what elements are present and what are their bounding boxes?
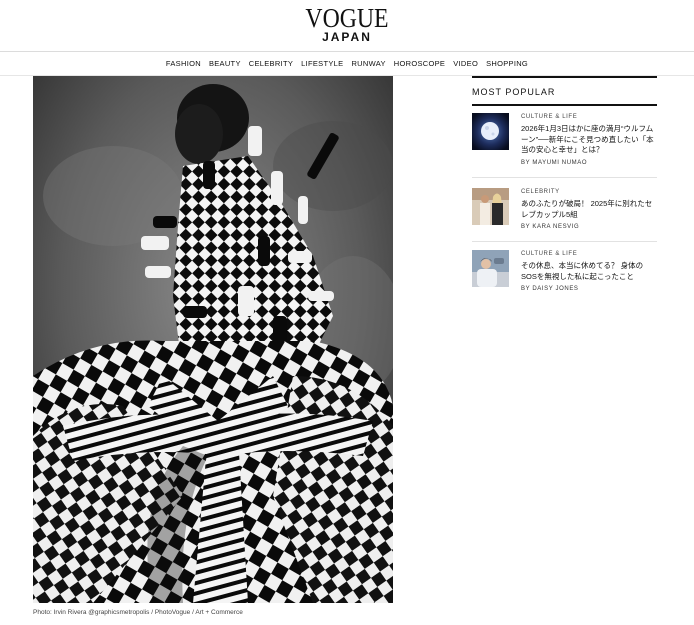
main-nav: FASHION BEAUTY CELEBRITY LIFESTYLE RUNWA… (0, 52, 694, 74)
article-separator (472, 177, 657, 178)
celebrity-couple-thumbnail (472, 188, 509, 225)
article-category[interactable]: CELEBRITY (521, 188, 657, 196)
hero-photo (33, 76, 393, 603)
article-separator (472, 241, 657, 242)
nav-item-video[interactable]: VIDEO (449, 59, 482, 68)
most-popular-sidebar: MOST POPULAR CULTURE & LIFE 2026年1月3日はかに… (472, 76, 657, 292)
nav-item-beauty[interactable]: BEAUTY (205, 59, 245, 68)
article-byline: BY MAYUMI NUMAO (521, 159, 588, 166)
sidebar-heading-rule (472, 104, 657, 106)
checkered-gown-photo (33, 76, 393, 603)
article-category[interactable]: CULTURE & LIFE (521, 250, 657, 258)
full-moon-thumbnail (472, 113, 509, 150)
resting-woman-thumbnail (472, 250, 509, 287)
article-thumbnail[interactable] (472, 113, 509, 150)
vogue-logo[interactable]: VOGUE (42, 4, 653, 32)
article-category[interactable]: CULTURE & LIFE (521, 113, 657, 121)
nav-item-horoscope[interactable]: HOROSCOPE (390, 59, 449, 68)
nav-item-celebrity[interactable]: CELEBRITY (245, 59, 297, 68)
most-popular-heading: MOST POPULAR (472, 87, 556, 97)
article-thumbnail[interactable] (472, 250, 509, 287)
article-byline: BY KARA NESVIG (521, 224, 580, 230)
photo-caption: Photo: Irvin Rivera @graphicsmetropolis … (33, 609, 243, 616)
article-title[interactable]: その休息、本当に休めてる？ 身体のSOSを無視した私に起こったこと (521, 261, 657, 282)
article-thumbnail[interactable] (472, 188, 509, 225)
edition-label[interactable]: JAPAN (0, 30, 694, 44)
masthead: VOGUE JAPAN (0, 0, 694, 52)
article-byline: BY DAISY JONES (521, 286, 579, 292)
article-title[interactable]: 2026年1月3日はかに座の満月“ウルフムーン”──新年にこそ見つめ直したい「本… (521, 124, 657, 156)
nav-item-runway[interactable]: RUNWAY (347, 59, 389, 68)
nav-item-lifestyle[interactable]: LIFESTYLE (297, 59, 347, 68)
nav-item-fashion[interactable]: FASHION (162, 59, 205, 68)
nav-item-shopping[interactable]: SHOPPING (482, 59, 532, 68)
article-title[interactable]: あのふたりが破局！ 2025年に別れたセレブカップル5組 (521, 199, 657, 220)
